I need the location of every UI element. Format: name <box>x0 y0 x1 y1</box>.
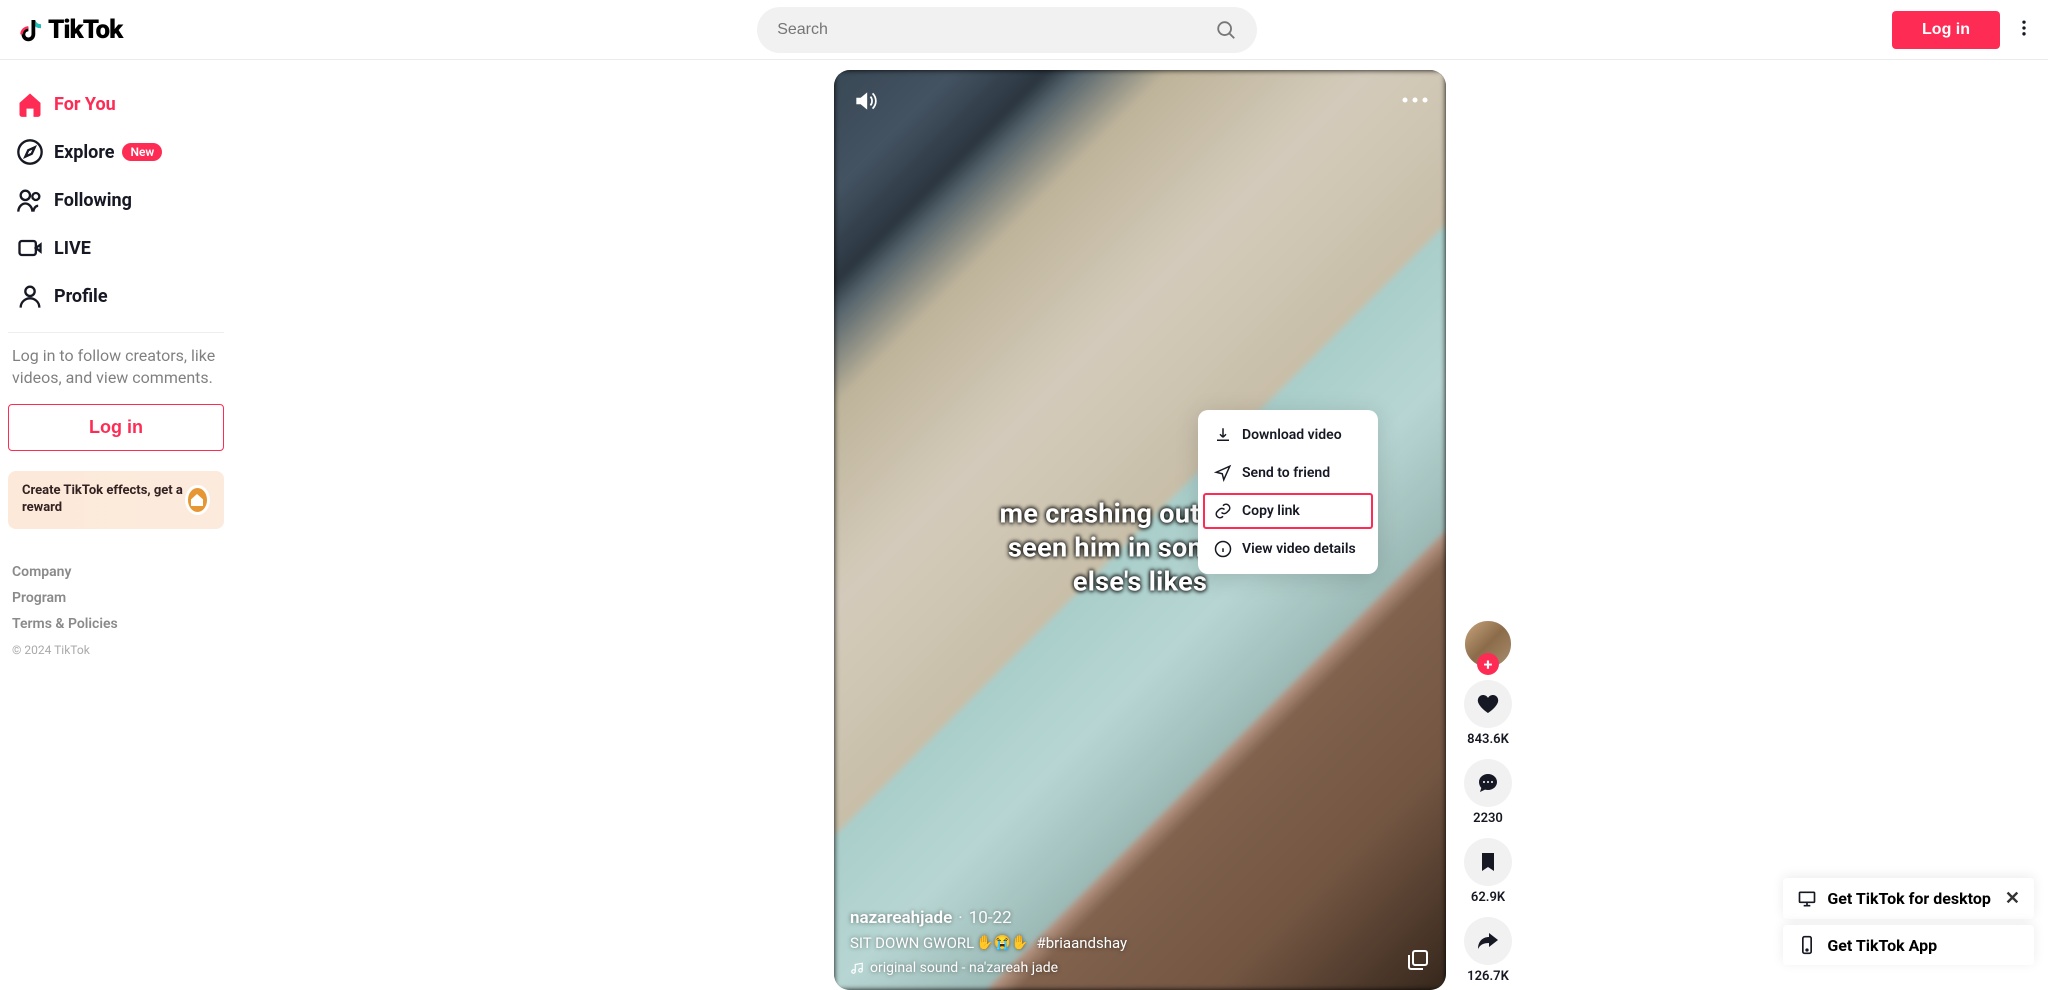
comment-button[interactable] <box>1464 759 1512 807</box>
comment-count: 2230 <box>1464 811 1512 826</box>
person-icon <box>16 282 44 310</box>
nav-label: Following <box>54 190 132 211</box>
bookmark-button[interactable] <box>1464 838 1512 886</box>
share-button[interactable] <box>1464 917 1512 965</box>
video-meta: nazareahjade · 10-22 SIT DOWN GWORL ✋😭✋ … <box>850 908 1386 976</box>
nav-following[interactable]: Following <box>8 176 224 224</box>
share-count: 126.7K <box>1464 969 1512 984</box>
search-input[interactable] <box>777 21 1215 39</box>
bookmark-count: 62.9K <box>1464 890 1512 905</box>
nav-profile[interactable]: Profile <box>8 272 224 320</box>
close-icon[interactable]: ✕ <box>2005 888 2020 909</box>
compass-icon <box>16 138 44 166</box>
action-rail: + 843.6K 2230 62.9K <box>1464 620 1512 984</box>
main-feed: me crashing out after i seen him in some… <box>232 60 2048 990</box>
nav-explore[interactable]: Explore New <box>8 128 224 176</box>
effects-promo-card[interactable]: Create TikTok effects, get a reward <box>8 471 224 529</box>
hashtag-link[interactable]: #briaandshay <box>1037 934 1128 952</box>
home-icon <box>16 90 44 118</box>
search-bar[interactable] <box>757 7 1257 53</box>
author-username[interactable]: nazareahjade <box>850 908 952 928</box>
nav-label: Profile <box>54 286 108 307</box>
search-icon[interactable] <box>1215 19 1237 41</box>
nav-label: LIVE <box>54 238 91 259</box>
kebab-menu-icon[interactable] <box>2014 18 2034 42</box>
nav-label: For You <box>54 94 116 115</box>
nav-live[interactable]: LIVE <box>8 224 224 272</box>
follow-plus-icon[interactable]: + <box>1477 653 1499 675</box>
effects-house-icon <box>185 485 210 515</box>
post-date: 10-22 <box>969 908 1012 928</box>
new-badge: New <box>122 143 162 161</box>
login-button-sidebar[interactable]: Log in <box>8 404 224 451</box>
multi-clip-icon[interactable] <box>1406 948 1430 972</box>
nav-label: Explore <box>54 142 114 163</box>
ctx-download-video[interactable]: Download video <box>1198 416 1378 454</box>
login-button-header[interactable]: Log in <box>1892 11 2000 49</box>
desktop-icon <box>1797 889 1817 909</box>
video-player[interactable]: me crashing out after i seen him in some… <box>834 70 1446 990</box>
footer-company[interactable]: Company <box>8 559 224 585</box>
ctx-copy-link[interactable]: Copy link <box>1202 492 1374 530</box>
login-prompt-text: Log in to follow creators, like videos, … <box>8 345 224 404</box>
volume-icon[interactable] <box>852 88 878 114</box>
top-header: TikTok Log in <box>0 0 2048 60</box>
copyright-text: © 2024 TikTok <box>8 637 224 663</box>
mobile-icon <box>1797 935 1817 955</box>
caption-text: SIT DOWN GWORL <box>850 934 974 952</box>
footer-program[interactable]: Program <box>8 585 224 611</box>
like-button[interactable] <box>1464 680 1512 728</box>
author-avatar[interactable]: + <box>1464 620 1512 668</box>
ctx-send-to-friend[interactable]: Send to friend <box>1198 454 1378 492</box>
like-count: 843.6K <box>1464 732 1512 747</box>
get-desktop-promo[interactable]: Get TikTok for desktop ✕ <box>1783 878 2034 919</box>
brand-text: TikTok <box>48 15 122 45</box>
sound-link[interactable]: original sound - na'zareah jade <box>850 960 1386 976</box>
footer-terms[interactable]: Terms & Policies <box>8 611 224 637</box>
effects-promo-text: Create TikTok effects, get a reward <box>22 483 185 517</box>
tiktok-logo[interactable]: TikTok <box>14 15 122 45</box>
sidebar-divider <box>8 332 224 333</box>
context-menu: Download video Send to friend Copy link … <box>1198 410 1378 574</box>
footer-links: Company Program Terms & Policies © 2024 … <box>8 559 224 663</box>
ctx-view-video-details[interactable]: View video details <box>1198 530 1378 568</box>
people-icon <box>16 186 44 214</box>
bottom-right-promos: Get TikTok for desktop ✕ Get TikTok App <box>1783 878 2034 965</box>
get-app-promo[interactable]: Get TikTok App <box>1783 925 2034 965</box>
live-icon <box>16 234 44 262</box>
left-sidebar: For You Explore New Following LIVE Profi… <box>0 60 232 979</box>
caption-emoji: ✋😭✋ <box>976 935 1028 951</box>
nav-for-you[interactable]: For You <box>8 80 224 128</box>
date-separator: · <box>958 908 962 928</box>
more-options-icon[interactable] <box>1402 88 1428 107</box>
